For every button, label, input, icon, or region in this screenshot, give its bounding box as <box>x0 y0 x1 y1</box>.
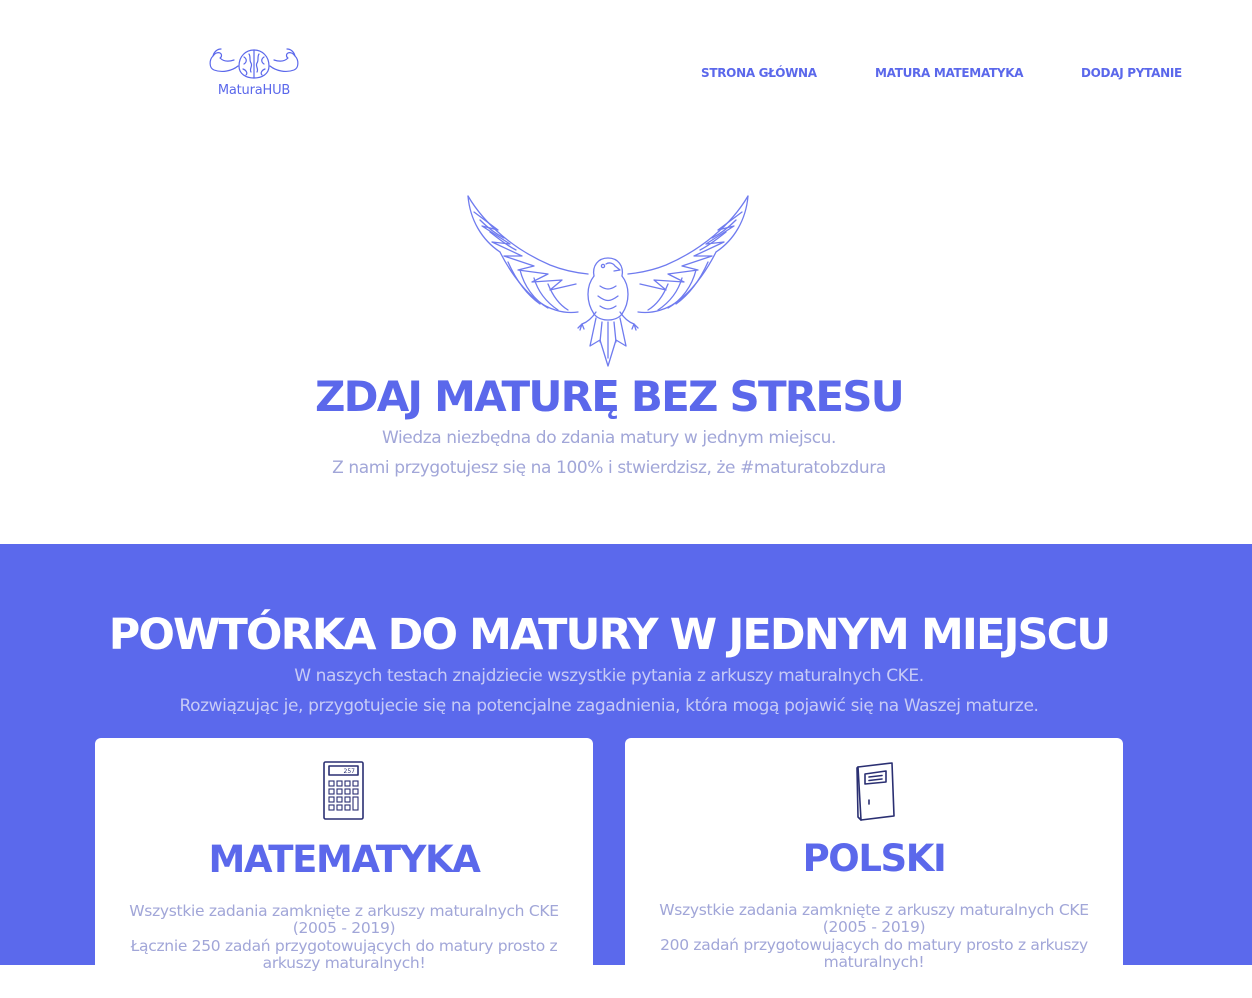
nav-home-link[interactable]: STRONA GŁÓWNA <box>701 66 817 80</box>
nav-matura-matematyka-link[interactable]: MATURA MATEMATYKA <box>875 66 1024 80</box>
card-description-1: Wszystkie zadania zamknięte z arkuszy ma… <box>659 901 1089 936</box>
hero-subtitle-line-1: Wiedza niezbędna do zdania matury w jedn… <box>381 428 837 448</box>
card-title: MATEMATYKA <box>208 838 480 881</box>
brain-muscle-icon <box>209 48 299 79</box>
section-subtitle-line-1: W naszych testach znajdziecie wszystkie … <box>294 666 924 686</box>
card-description-2: Łącznie 250 zadań przygotowujących do ma… <box>130 937 558 972</box>
hero-title: ZDAJ MATURĘ BEZ STRESU <box>315 372 905 421</box>
section-subtitle-line-2: Rozwiązując je, przygotujecie się na pot… <box>179 696 1039 716</box>
logo-text: MaturaHUB <box>217 83 291 98</box>
notebook-icon <box>849 760 899 822</box>
card-polski[interactable]: POLSKI Wszystkie zadania zamknięte z ark… <box>625 738 1123 998</box>
site-logo[interactable]: MaturaHUB <box>208 44 300 102</box>
card-description-1: Wszystkie zadania zamknięte z arkuszy ma… <box>129 902 559 937</box>
card-matematyka[interactable]: 257 MATEMATYKA Wszystkie zadania zamknię… <box>95 738 593 998</box>
card-title: POLSKI <box>802 837 947 880</box>
svg-text:257: 257 <box>344 768 356 775</box>
eagle-icon <box>460 190 756 370</box>
section-title: POWTÓRKA DO MATURY W JEDNYM MIEJSCU <box>108 610 1111 660</box>
hero-subtitle-line-2: Z nami przygotujesz się na 100% i stwier… <box>332 458 886 478</box>
nav-add-question-link[interactable]: DODAJ PYTANIE <box>1081 66 1182 80</box>
card-description-2: 200 zadań przygotowujących do matury pro… <box>660 936 1088 971</box>
calculator-icon: 257 <box>319 760 369 822</box>
